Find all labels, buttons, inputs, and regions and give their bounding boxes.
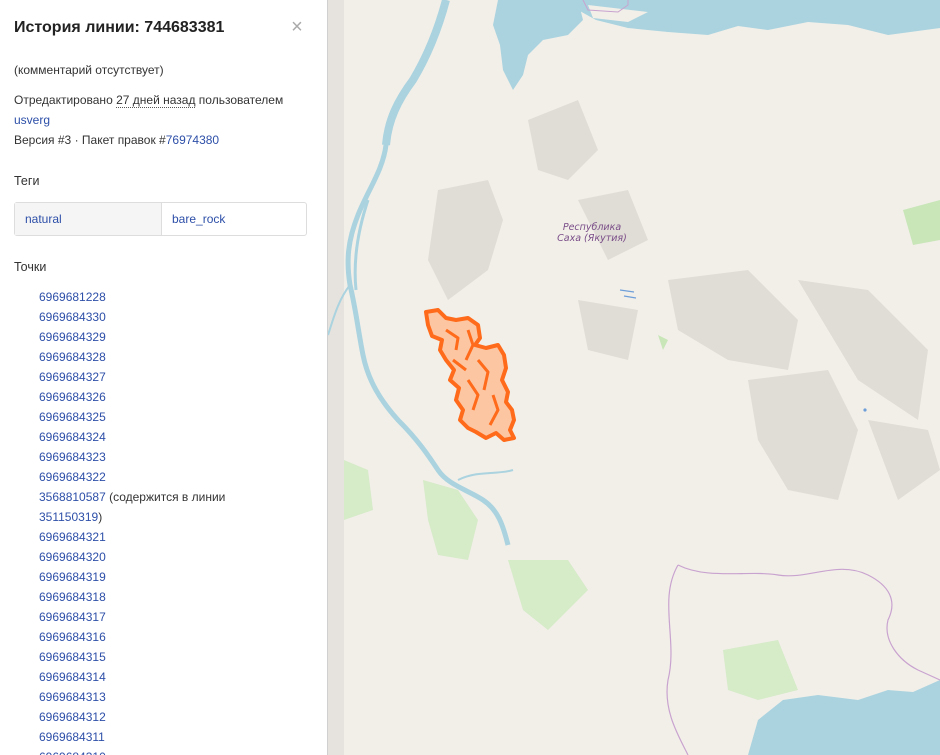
node-link[interactable]: 6969684317 bbox=[39, 610, 106, 624]
node-link[interactable]: 6969684329 bbox=[39, 330, 106, 344]
tags-title: Теги bbox=[14, 174, 40, 188]
node-link[interactable]: 6969684320 bbox=[39, 550, 106, 564]
map-canvas bbox=[328, 0, 940, 755]
node-item: 6969684312 bbox=[39, 707, 225, 727]
node-link[interactable]: 6969684328 bbox=[39, 350, 106, 364]
history-sidebar: История линии: 744683381 × (комментарий … bbox=[0, 0, 328, 755]
nodes-title: Точки bbox=[14, 260, 47, 274]
node-item: 6969684325 bbox=[39, 407, 225, 427]
node-item: 6969684314 bbox=[39, 667, 225, 687]
node-link[interactable]: 3568810587 bbox=[39, 490, 106, 504]
tags-table: natural bare_rock bbox=[14, 202, 307, 236]
tag-key-link[interactable]: natural bbox=[25, 212, 62, 226]
node-item: 6969684323 bbox=[39, 447, 225, 467]
node-link[interactable]: 6969681228 bbox=[39, 290, 106, 304]
node-link[interactable]: 6969684315 bbox=[39, 650, 106, 664]
region-label-line1: Республика bbox=[562, 222, 622, 233]
node-item: 6969684326 bbox=[39, 387, 225, 407]
node-link[interactable]: 6969684326 bbox=[39, 390, 106, 404]
node-link[interactable]: 6969684313 bbox=[39, 690, 106, 704]
node-item-shared: 3568810587 (содержится в линии 351150319) bbox=[39, 487, 225, 527]
node-link[interactable]: 6969684321 bbox=[39, 530, 106, 544]
node-link[interactable]: 6969684330 bbox=[39, 310, 106, 324]
region-label: Республика Саха (Якутия) bbox=[544, 222, 640, 244]
node-item: 6969684313 bbox=[39, 687, 225, 707]
land-background bbox=[328, 0, 940, 755]
node-link[interactable]: 6969684310 bbox=[39, 750, 106, 755]
version-info: Версия #3 · Пакет правок #76974380 bbox=[14, 130, 219, 150]
shared-note: (содержится в линии bbox=[105, 490, 226, 504]
changeset-link[interactable]: 76974380 bbox=[166, 133, 219, 147]
node-item: 6969684328 bbox=[39, 347, 225, 367]
node-link[interactable]: 6969684327 bbox=[39, 370, 106, 384]
node-item: 6969684327 bbox=[39, 367, 225, 387]
node-item: 6969684319 bbox=[39, 567, 225, 587]
node-item: 6969684318 bbox=[39, 587, 225, 607]
node-link[interactable]: 6969684312 bbox=[39, 710, 106, 724]
node-item: 6969684330 bbox=[39, 307, 225, 327]
shared-note-close: ) bbox=[98, 510, 103, 524]
region-label-line2: Саха (Якутия) bbox=[557, 233, 627, 244]
node-link[interactable]: 6969684311 bbox=[39, 730, 105, 744]
user-link[interactable]: usverg bbox=[14, 113, 50, 127]
node-link[interactable]: 6969684314 bbox=[39, 670, 106, 684]
node-item: 6969684329 bbox=[39, 327, 225, 347]
node-item: 6969684321 bbox=[39, 527, 225, 547]
node-link[interactable]: 6969684318 bbox=[39, 590, 106, 604]
node-item: 6969684317 bbox=[39, 607, 225, 627]
edited-info: Отредактировано 27 дней назад пользовате… bbox=[14, 90, 283, 110]
node-item: 6969684324 bbox=[39, 427, 225, 447]
node-link[interactable]: 6969684325 bbox=[39, 410, 106, 424]
way-link[interactable]: 351150319 bbox=[39, 510, 98, 524]
nodes-list: 6969681228 6969684330 6969684329 6969684328… bbox=[39, 287, 225, 755]
edited-prefix: Отредактировано bbox=[14, 93, 117, 107]
map-view[interactable]: Республика Саха (Якутия) bbox=[328, 0, 940, 755]
version-text: Версия #3 · Пакет правок # bbox=[14, 133, 166, 147]
edited-time: 27 дней назад bbox=[116, 93, 196, 108]
node-item: 6969684310 bbox=[39, 747, 225, 755]
node-item: 6969684320 bbox=[39, 547, 225, 567]
close-icon[interactable]: × bbox=[289, 17, 305, 37]
node-item: 6969684316 bbox=[39, 627, 225, 647]
node-item: 6969684315 bbox=[39, 647, 225, 667]
node-item: 6969681228 bbox=[39, 287, 225, 307]
node-link[interactable]: 6969684316 bbox=[39, 630, 106, 644]
node-item: 6969684322 bbox=[39, 467, 225, 487]
node-link[interactable]: 6969684319 bbox=[39, 570, 106, 584]
comment-text: (комментарий отсутствует) bbox=[14, 63, 164, 77]
node-link[interactable]: 6969684324 bbox=[39, 430, 106, 444]
node-link[interactable]: 6969684323 bbox=[39, 450, 106, 464]
panel-title: История линии: 744683381 bbox=[14, 19, 225, 36]
edited-suffix: пользователем bbox=[195, 93, 284, 107]
map-edge bbox=[328, 0, 344, 755]
tag-value-link[interactable]: bare_rock bbox=[172, 212, 225, 226]
node-link[interactable]: 6969684322 bbox=[39, 470, 106, 484]
node-item: 6969684311 bbox=[39, 727, 225, 747]
